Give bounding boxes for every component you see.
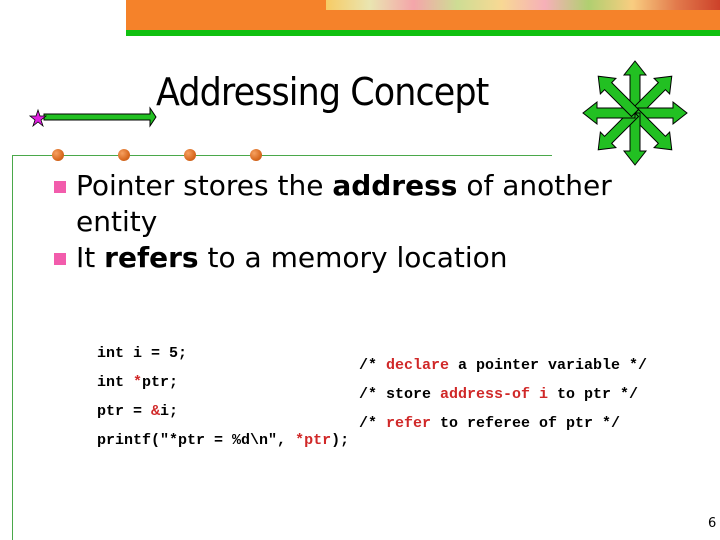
- frame-left-line: [12, 155, 13, 540]
- slide-title: Addressing Concept: [156, 70, 489, 114]
- bullet-item: It refers to a memory location: [52, 244, 612, 272]
- decor-dot: [184, 149, 196, 161]
- decor-dot: [118, 149, 130, 161]
- bullet-square-icon: [54, 253, 66, 265]
- banner-green-stripe: [126, 30, 720, 36]
- bullet-item: Pointer stores the address of another en…: [52, 172, 612, 236]
- bullet-list: Pointer stores the address of another en…: [52, 172, 612, 280]
- decor-dot: [250, 149, 262, 161]
- page-number: 6: [708, 516, 717, 531]
- eight-way-arrow-icon: [582, 60, 688, 166]
- banner-floral-art: [326, 0, 720, 10]
- star-arrow-icon: [28, 106, 157, 128]
- bullet-square-icon: [54, 181, 66, 193]
- code-line: printf("*ptr = %d\n", *ptr); /* refer to…: [97, 415, 621, 449]
- header-banner: [126, 0, 720, 30]
- code-comment: /* store address-of i to ptr */: [359, 386, 639, 403]
- code-comment: /* refer to referee of ptr */: [359, 415, 621, 432]
- decor-dot: [52, 149, 64, 161]
- code-comment: /* declare a pointer variable */: [359, 357, 648, 374]
- frame-top-line: [12, 155, 552, 156]
